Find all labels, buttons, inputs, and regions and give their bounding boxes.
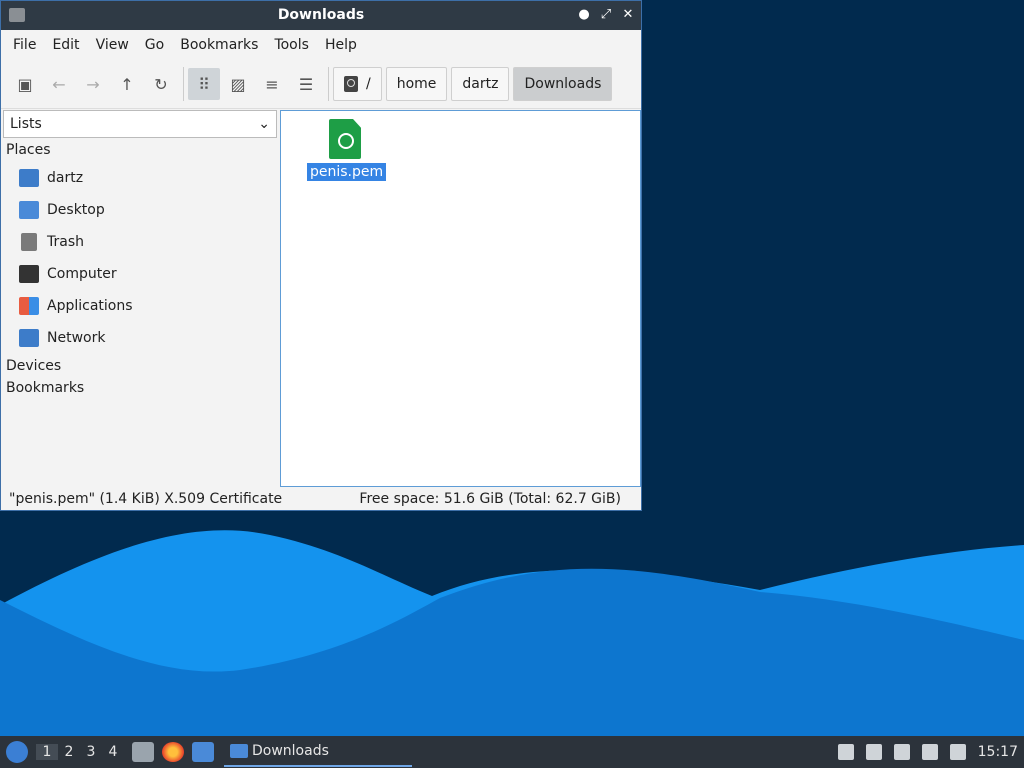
tray-expand-icon[interactable]: [837, 744, 854, 760]
window-title: Downloads: [277, 7, 365, 23]
side-pane-mode-label: Lists: [10, 116, 42, 132]
workspace-4[interactable]: 4: [102, 744, 124, 760]
folder-icon: [230, 744, 248, 758]
status-selection-info: "penis.pem" (1.4 KiB) X.509 Certificate: [9, 491, 283, 507]
sidebar-item-label: Computer: [47, 266, 117, 282]
toolbar: ▣ ← → ↑ ↻ ⠿ ▨ ≡ ☰ / home dartz Downloads: [1, 60, 641, 109]
desktop-icon: [19, 201, 39, 219]
system-tray: 15:17: [837, 744, 1024, 760]
compact-view-icon[interactable]: ≡: [256, 68, 288, 100]
clock[interactable]: 15:17: [978, 744, 1018, 760]
back-icon[interactable]: ←: [43, 68, 75, 100]
new-tab-icon[interactable]: ▣: [9, 68, 41, 100]
volume-icon[interactable]: [865, 744, 882, 760]
menu-edit[interactable]: Edit: [44, 37, 87, 53]
taskbar-window-downloads[interactable]: Downloads: [224, 737, 412, 767]
sidebar-item-network[interactable]: Network: [3, 322, 277, 354]
workspace-3[interactable]: 3: [80, 744, 102, 760]
taskbar-window-label: Downloads: [252, 743, 329, 759]
devices-header[interactable]: Devices: [3, 354, 277, 378]
clipboard-icon[interactable]: [893, 744, 910, 760]
menu-view[interactable]: View: [88, 37, 137, 53]
path-crumb-label: Downloads: [524, 76, 602, 92]
sidebar-item-applications[interactable]: Applications: [3, 290, 277, 322]
maximize-icon[interactable]: ⤢: [599, 6, 613, 24]
file-item[interactable]: penis.pem: [307, 119, 387, 181]
sidebar-item-label: Trash: [47, 234, 84, 250]
updates-icon[interactable]: [949, 744, 966, 760]
computer-icon: [19, 265, 39, 283]
side-pane: Lists ⌄ Places dartz Desktop Trash Compu…: [3, 110, 277, 487]
network-folder-icon: [19, 329, 39, 347]
sidebar-item-trash[interactable]: Trash: [3, 226, 277, 258]
network-icon[interactable]: [921, 744, 938, 760]
minimize-icon[interactable]: ●: [577, 6, 591, 24]
detailed-list-view-icon[interactable]: ☰: [290, 68, 322, 100]
reload-icon[interactable]: ↻: [145, 68, 177, 100]
workspace-1[interactable]: 1: [36, 744, 58, 760]
applications-icon: [19, 297, 39, 315]
menubar: File Edit View Go Bookmarks Tools Help: [1, 30, 641, 60]
firefox-icon[interactable]: [162, 742, 184, 762]
forward-icon[interactable]: →: [77, 68, 109, 100]
file-manager-window: Downloads ● ⤢ ✕ File Edit View Go Bookma…: [0, 0, 642, 511]
path-crumb-label: dartz: [462, 76, 499, 92]
sidebar-item-label: Applications: [47, 298, 133, 314]
side-pane-mode-select[interactable]: Lists ⌄: [3, 110, 277, 138]
close-icon[interactable]: ✕: [621, 6, 635, 24]
file-manager-launcher-icon[interactable]: [132, 742, 154, 762]
file-view[interactable]: penis.pem: [280, 110, 641, 487]
certificate-file-icon: [329, 119, 361, 159]
taskbar: 1 2 3 4 Downloads 15:17: [0, 736, 1024, 768]
path-crumb-label: /: [366, 76, 371, 92]
trash-icon: [21, 233, 37, 251]
show-desktop-icon[interactable]: [192, 742, 214, 762]
path-crumb-downloads[interactable]: Downloads: [513, 67, 613, 101]
menu-go[interactable]: Go: [137, 37, 172, 53]
bookmarks-header[interactable]: Bookmarks: [3, 378, 277, 400]
path-crumb-label: home: [396, 76, 437, 92]
home-folder-icon: [19, 169, 39, 187]
sidebar-item-label: Desktop: [47, 202, 105, 218]
places-header[interactable]: Places: [3, 138, 277, 162]
sidebar-item-computer[interactable]: Computer: [3, 258, 277, 290]
icon-view-icon[interactable]: ⠿: [188, 68, 220, 100]
workspace-2[interactable]: 2: [58, 744, 80, 760]
sidebar-item-label: Network: [47, 330, 106, 346]
sidebar-item-label: dartz: [47, 170, 84, 186]
start-menu-icon[interactable]: [6, 741, 28, 763]
toolbar-separator: [328, 67, 329, 101]
status-bar: "penis.pem" (1.4 KiB) X.509 Certificate …: [1, 487, 641, 511]
sidebar-item-desktop[interactable]: Desktop: [3, 194, 277, 226]
path-crumb-root[interactable]: /: [333, 67, 382, 101]
path-crumb-home[interactable]: home: [385, 67, 448, 101]
menu-tools[interactable]: Tools: [266, 37, 317, 53]
menu-help[interactable]: Help: [317, 37, 365, 53]
path-crumb-dartz[interactable]: dartz: [451, 67, 510, 101]
menu-bookmarks[interactable]: Bookmarks: [172, 37, 266, 53]
up-icon[interactable]: ↑: [111, 68, 143, 100]
toolbar-separator: [183, 67, 184, 101]
drive-icon: [344, 76, 358, 92]
menu-file[interactable]: File: [5, 37, 44, 53]
thumbnail-view-icon[interactable]: ▨: [222, 68, 254, 100]
window-titlebar[interactable]: Downloads ● ⤢ ✕: [1, 1, 641, 30]
chevron-down-icon: ⌄: [258, 116, 270, 132]
sidebar-item-dartz[interactable]: dartz: [3, 162, 277, 194]
status-free-space: Free space: 51.6 GiB (Total: 62.7 GiB): [359, 491, 621, 507]
file-name-label: penis.pem: [307, 163, 387, 181]
